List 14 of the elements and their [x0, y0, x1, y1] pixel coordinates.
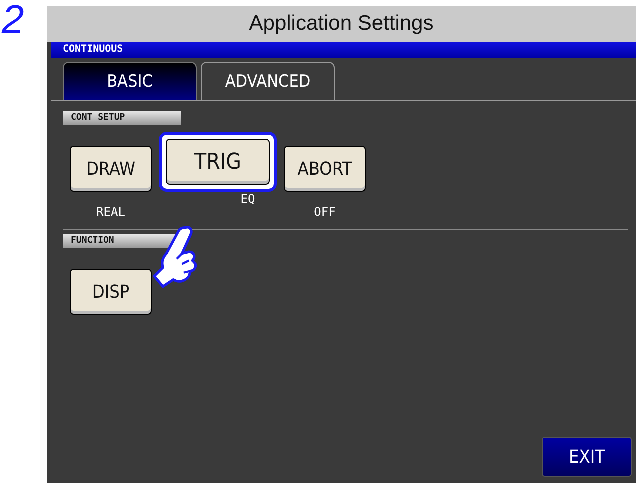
setting-button[interactable]: ABORT: [284, 146, 366, 192]
setting-value: EQ: [240, 192, 256, 206]
setting-value: OFF: [314, 205, 336, 219]
step-number: 2: [0, 0, 26, 44]
setting-button[interactable]: DISP: [70, 269, 152, 315]
setting-button[interactable]: TRIG: [166, 139, 270, 185]
window-title: Application Settings: [47, 6, 636, 42]
tab[interactable]: ADVANCED: [201, 62, 335, 100]
setting-button[interactable]: DRAW: [70, 146, 152, 192]
setting-value: REAL: [96, 205, 126, 219]
mode-bar: CONTINUOUS: [51, 42, 636, 58]
exit-button[interactable]: EXIT: [542, 437, 632, 477]
section-header: CONT SETUP: [63, 111, 181, 125]
tab[interactable]: BASIC: [63, 62, 197, 100]
